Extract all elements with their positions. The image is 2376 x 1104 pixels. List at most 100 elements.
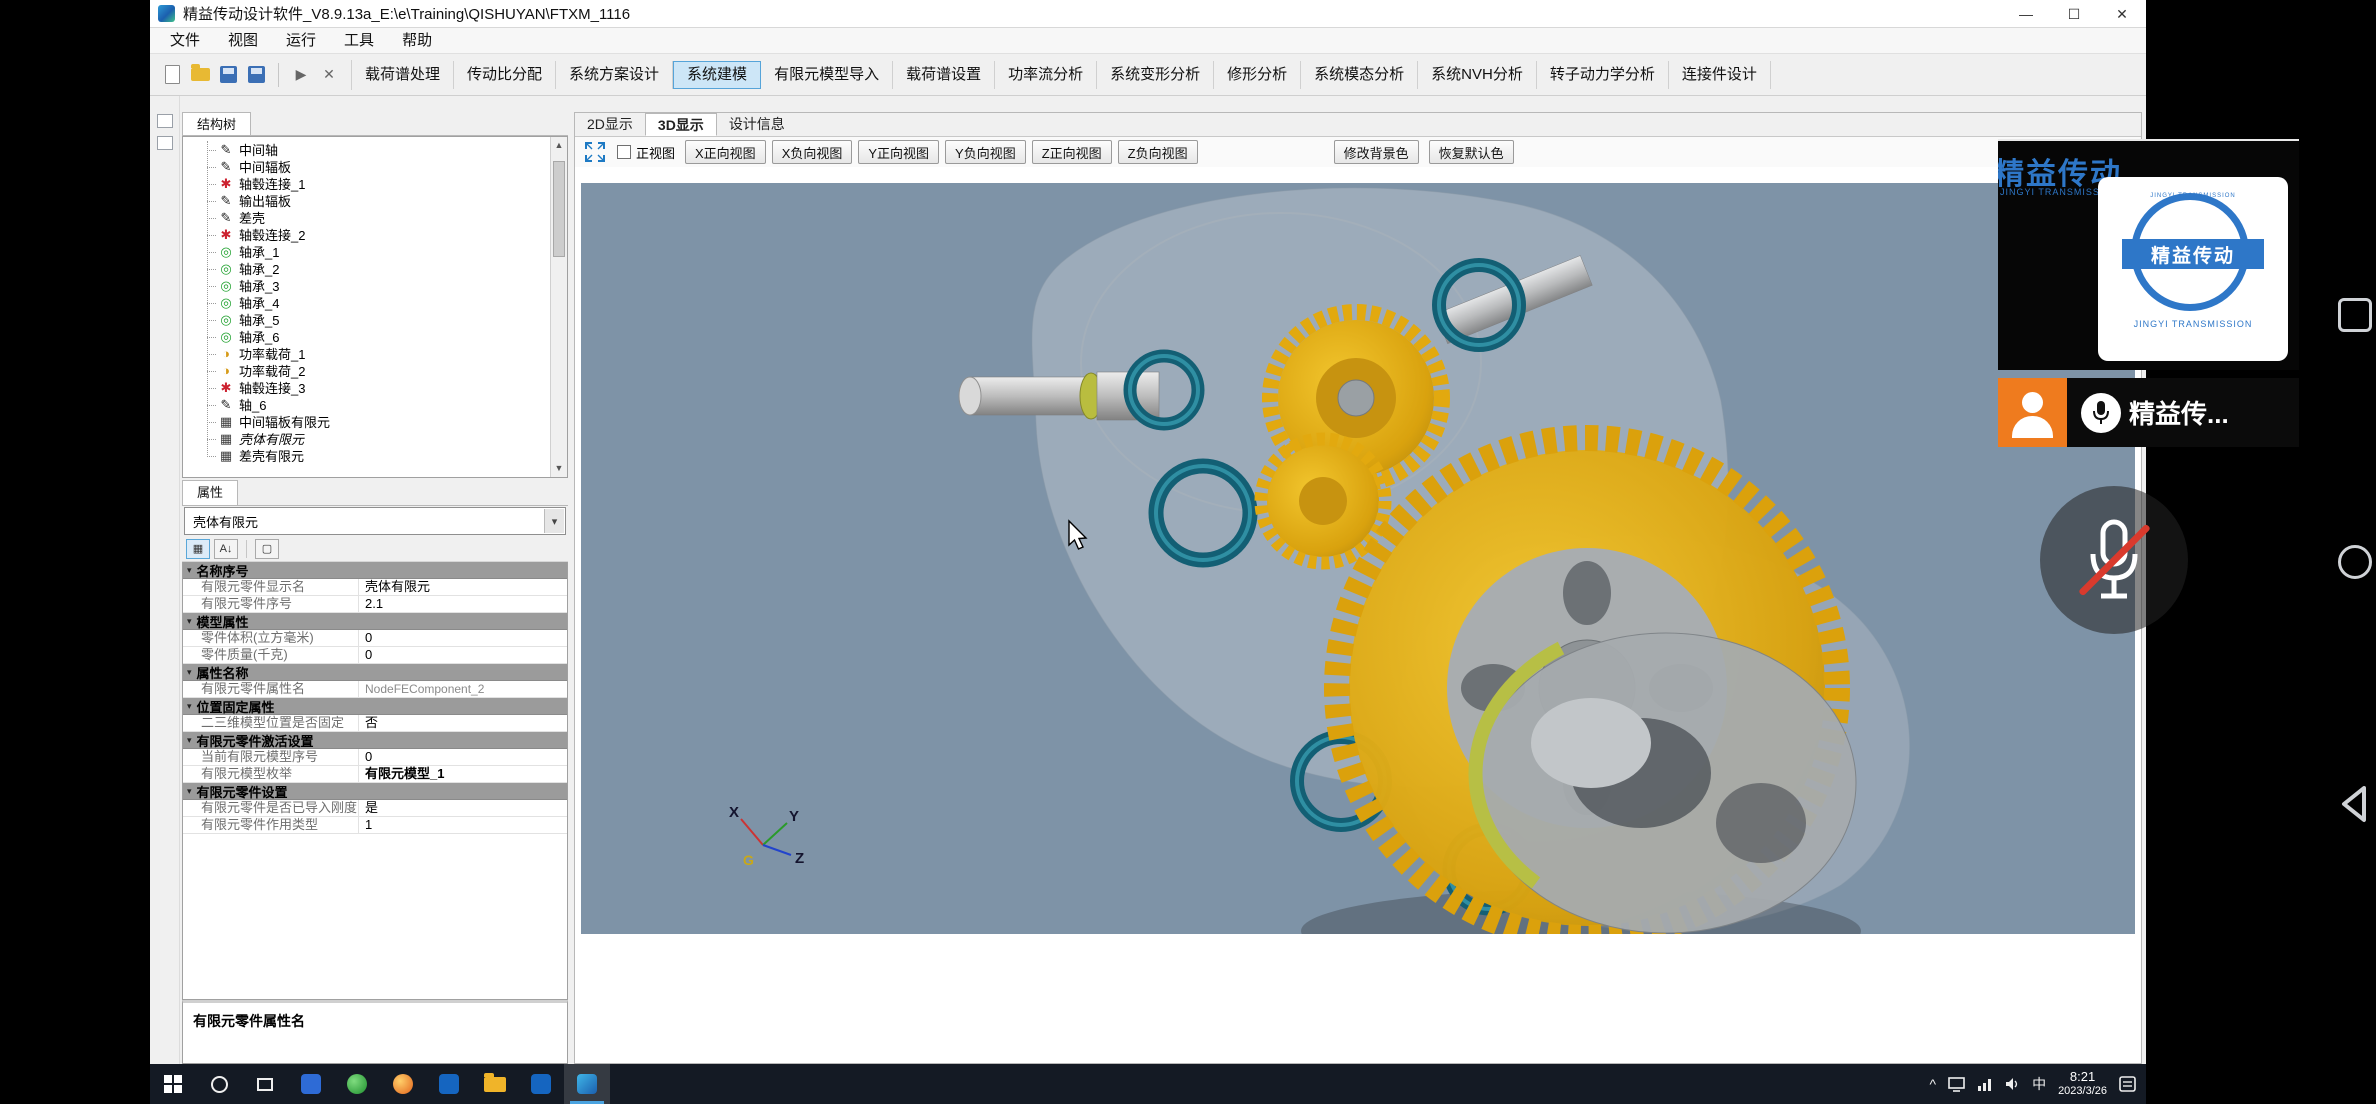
taskbar-app-tools[interactable] xyxy=(518,1064,564,1104)
taskbar-app-grid[interactable] xyxy=(288,1064,334,1104)
tree-item[interactable]: 轴毂连接_3 xyxy=(183,379,550,396)
notification-center-icon[interactable] xyxy=(2119,1076,2136,1092)
tree-item[interactable]: 轴承_4 xyxy=(183,294,550,311)
tree-item[interactable]: 轴_6 xyxy=(183,396,550,413)
taskbar-app-cad-active[interactable] xyxy=(564,1064,610,1104)
side-tab-icon-2[interactable] xyxy=(157,136,173,150)
shared-video-tile[interactable]: 精益传动 JINGYI TRANSMISSION JINGYI TRANSMIS… xyxy=(1998,139,2299,370)
tree-item[interactable]: 轴承_2 xyxy=(183,260,550,277)
tab-properties[interactable]: 属性 xyxy=(182,480,238,505)
tree-item[interactable]: 输出辐板 xyxy=(183,192,550,209)
restore-default-color-button[interactable]: 恢复默认色 xyxy=(1429,140,1514,164)
front-view-checkbox[interactable]: 正视图 xyxy=(617,143,675,162)
ribbon-rotor-dynamics[interactable]: 转子动力学分析 xyxy=(1537,61,1669,89)
tree-item-selected[interactable]: 壳体有限元 xyxy=(183,430,550,447)
menu-run[interactable]: 运行 xyxy=(272,28,330,54)
tree-scrollbar[interactable]: ▲ ▼ xyxy=(550,137,567,477)
menu-tools[interactable]: 工具 xyxy=(330,28,388,54)
run-icon[interactable]: ▶ xyxy=(290,64,312,86)
viewport-3d[interactable]: X Y Z G xyxy=(581,183,2135,934)
new-file-icon[interactable] xyxy=(161,64,183,86)
tree-item[interactable]: 轴毂连接_1 xyxy=(183,175,550,192)
save-all-icon[interactable] xyxy=(245,64,267,86)
component-selector[interactable]: 壳体有限元 ▾ xyxy=(184,507,566,535)
tab-2d-display[interactable]: 2D显示 xyxy=(575,113,645,136)
taskbar-app-office[interactable] xyxy=(426,1064,472,1104)
maximize-button[interactable]: ☐ xyxy=(2050,0,2098,28)
taskbar-app-firefox[interactable] xyxy=(380,1064,426,1104)
task-view-button[interactable] xyxy=(242,1064,288,1104)
tab-3d-display[interactable]: 3D显示 xyxy=(645,113,717,136)
property-pages-icon[interactable]: ▢ xyxy=(255,539,279,559)
ribbon-system-modeling[interactable]: 系统建模 xyxy=(673,61,761,89)
property-row[interactable]: 有限元零件序号2.1 xyxy=(183,596,567,613)
ribbon-deformation[interactable]: 系统变形分析 xyxy=(1097,61,1214,89)
ribbon-load-settings[interactable]: 载荷谱设置 xyxy=(893,61,995,89)
close-button[interactable]: ✕ xyxy=(2098,0,2146,28)
minimize-button[interactable]: — xyxy=(2002,0,2050,28)
open-folder-icon[interactable] xyxy=(189,64,211,86)
tree-item[interactable]: 轴承_3 xyxy=(183,277,550,294)
network-signal-icon[interactable] xyxy=(1977,1078,1993,1091)
checkbox-icon[interactable] xyxy=(617,145,631,159)
view-x-negative-button[interactable]: X负向视图 xyxy=(772,140,853,164)
tab-structure-tree[interactable]: 结构树 xyxy=(182,112,251,135)
scroll-up-icon[interactable]: ▲ xyxy=(551,137,567,154)
tree-item[interactable]: 轴承_5 xyxy=(183,311,550,328)
view-y-positive-button[interactable]: Y正向视图 xyxy=(858,140,939,164)
tree-item[interactable]: 功率载荷_1 xyxy=(183,345,550,362)
phone-nav-back-button[interactable] xyxy=(2334,782,2376,826)
view-z-positive-button[interactable]: Z正向视图 xyxy=(1032,140,1112,164)
ribbon-nvh[interactable]: 系统NVH分析 xyxy=(1418,61,1537,89)
property-row[interactable]: 零件体积(立方毫米)0 xyxy=(183,630,567,647)
change-background-button[interactable]: 修改背景色 xyxy=(1334,140,1419,164)
taskbar-app-browser[interactable] xyxy=(334,1064,380,1104)
fit-view-icon[interactable] xyxy=(583,140,607,164)
tray-expand-icon[interactable]: ^ xyxy=(1929,1076,1936,1092)
property-category[interactable]: ▾名称序号 xyxy=(183,562,567,579)
participant-bar[interactable]: 精益传... xyxy=(1998,378,2299,447)
categorized-view-icon[interactable]: ▦ xyxy=(186,539,210,559)
property-row[interactable]: 有限元零件属性名NodeFEComponent_2 xyxy=(183,681,567,698)
menu-help[interactable]: 帮助 xyxy=(388,28,446,54)
tree-item[interactable]: 中间辐板有限元 xyxy=(183,413,550,430)
ribbon-connector-design[interactable]: 连接件设计 xyxy=(1669,61,1771,89)
property-category[interactable]: ▾模型属性 xyxy=(183,613,567,630)
structure-tree[interactable]: 中间轴 中间辐板 轴毂连接_1 输出辐板 差壳 轴毂连接_2 轴承_1 轴承_2… xyxy=(182,136,568,478)
chevron-down-icon[interactable]: ▾ xyxy=(544,509,564,533)
mute-microphone-button[interactable] xyxy=(2040,486,2188,634)
start-button[interactable] xyxy=(150,1064,196,1104)
input-method-indicator[interactable]: 中 xyxy=(2032,1074,2046,1094)
ribbon-modification[interactable]: 修形分析 xyxy=(1214,61,1301,89)
menu-view[interactable]: 视图 xyxy=(214,28,272,54)
tree-item[interactable]: 中间轴 xyxy=(183,141,550,158)
property-category[interactable]: ▾有限元零件设置 xyxy=(183,783,567,800)
tree-item[interactable]: 轴承_6 xyxy=(183,328,550,345)
property-category[interactable]: ▾有限元零件激活设置 xyxy=(183,732,567,749)
tree-item[interactable]: 差壳有限元 xyxy=(183,447,550,464)
ribbon-ratio-allocation[interactable]: 传动比分配 xyxy=(454,61,556,89)
phone-nav-home-button[interactable] xyxy=(2338,545,2372,579)
tree-item[interactable]: 轴承_1 xyxy=(183,243,550,260)
tree-item[interactable]: 中间辐板 xyxy=(183,158,550,175)
display-icon[interactable] xyxy=(1948,1077,1965,1092)
ribbon-system-scheme[interactable]: 系统方案设计 xyxy=(556,61,673,89)
property-row[interactable]: 有限元零件显示名壳体有限元 xyxy=(183,579,567,596)
ribbon-fe-import[interactable]: 有限元模型导入 xyxy=(761,61,893,89)
tab-design-info[interactable]: 设计信息 xyxy=(717,113,797,136)
taskbar-clock[interactable]: 8:21 2023/3/26 xyxy=(2058,1069,2107,1099)
tree-item[interactable]: 轴毂连接_2 xyxy=(183,226,550,243)
tree-item[interactable]: 差壳 xyxy=(183,209,550,226)
ribbon-modal-analysis[interactable]: 系统模态分析 xyxy=(1301,61,1418,89)
scroll-down-icon[interactable]: ▼ xyxy=(551,460,567,477)
property-row[interactable]: 有限元零件作用类型1 xyxy=(183,817,567,834)
side-tab-icon-1[interactable] xyxy=(157,114,173,128)
property-row[interactable]: 有限元零件是否已导入刚度是 xyxy=(183,800,567,817)
scrollbar-thumb[interactable] xyxy=(553,161,565,257)
tree-item[interactable]: 功率载荷_2 xyxy=(183,362,550,379)
save-icon[interactable] xyxy=(217,64,239,86)
property-category[interactable]: ▾属性名称 xyxy=(183,664,567,681)
property-category[interactable]: ▾位置固定属性 xyxy=(183,698,567,715)
phone-nav-recents-button[interactable] xyxy=(2338,298,2372,332)
ribbon-power-flow[interactable]: 功率流分析 xyxy=(995,61,1097,89)
